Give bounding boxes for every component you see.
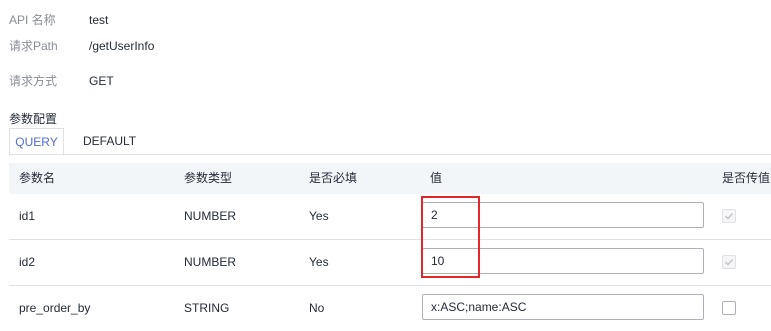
table-row: id2 NUMBER Yes [9, 240, 771, 286]
tab-default[interactable]: DEFAULT [73, 128, 146, 154]
header-param-type: 参数类型 [184, 171, 233, 185]
tab-divider [9, 154, 771, 155]
required-cell: No [309, 301, 325, 315]
tab-query[interactable]: QUERY [9, 128, 64, 156]
required-cell: Yes [309, 209, 329, 223]
param-name-cell: id1 [19, 209, 36, 223]
highlight-box [421, 196, 480, 278]
param-type-cell: STRING [184, 301, 230, 315]
param-name-cell: id2 [19, 255, 36, 269]
pass-value-checkbox[interactable] [722, 255, 736, 269]
header-pass-value: 是否传值 [722, 171, 771, 185]
pass-value-checkbox[interactable] [722, 301, 736, 315]
param-type-cell: NUMBER [184, 209, 237, 223]
request-path-value: /getUserInfo [89, 39, 155, 53]
pass-value-checkbox[interactable] [722, 209, 736, 223]
required-cell: Yes [309, 255, 329, 269]
request-path-label: 请求Path [9, 39, 58, 53]
request-method-label: 请求方式 [9, 74, 58, 88]
header-required: 是否必填 [309, 171, 358, 185]
header-param-name: 参数名 [19, 171, 56, 185]
api-name-label: API 名称 [9, 13, 56, 27]
param-type-cell: NUMBER [184, 255, 237, 269]
param-name-cell: pre_order_by [19, 301, 91, 315]
api-name-value: test [89, 13, 109, 27]
header-value: 值 [430, 171, 443, 185]
check-icon [725, 213, 734, 220]
param-config-title: 参数配置 [9, 112, 58, 126]
table-row: id1 NUMBER Yes [9, 194, 771, 240]
check-icon [725, 259, 734, 266]
table-header: 参数名 参数类型 是否必填 值 是否传值 [9, 163, 771, 194]
table-row: pre_order_by STRING No [9, 286, 771, 331]
request-method-value: GET [89, 74, 114, 88]
value-input[interactable] [422, 294, 704, 320]
